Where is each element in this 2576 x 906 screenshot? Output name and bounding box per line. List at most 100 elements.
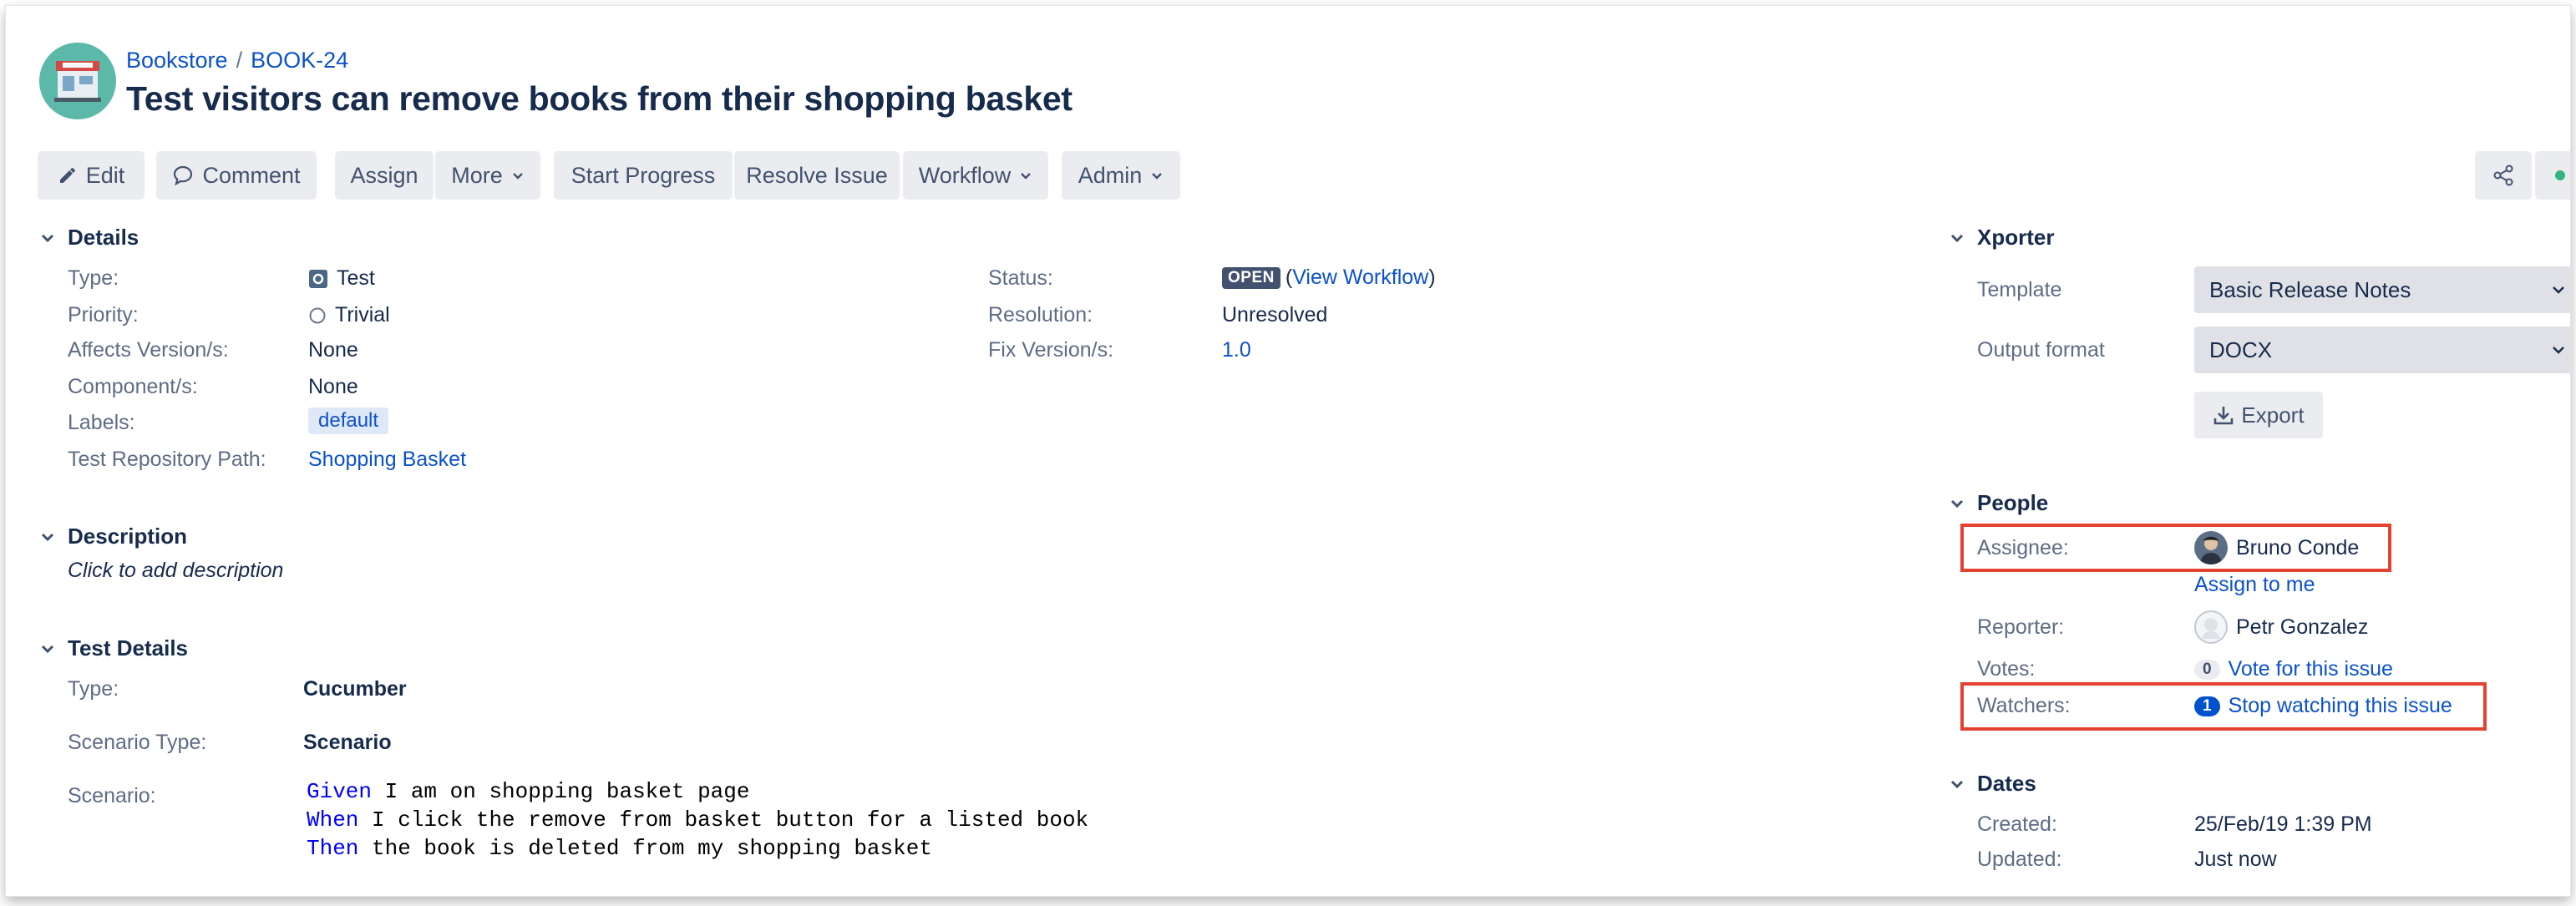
votes-value: 0 Vote for this issue	[2194, 657, 2393, 681]
watchers-count-badge[interactable]: 1	[2194, 696, 2220, 716]
chevron-down-icon	[1950, 499, 1964, 508]
dates-section-header[interactable]: Dates	[1949, 771, 2036, 797]
edit-button[interactable]: Edit	[38, 151, 145, 200]
share-button[interactable]	[2475, 151, 2532, 200]
assign-button[interactable]: Assign	[335, 151, 434, 200]
project-avatar-icon[interactable]	[39, 43, 116, 119]
assignee-label: Assignee:	[1977, 536, 2069, 559]
label-chip-default[interactable]: default	[308, 407, 389, 434]
resolve-issue-button[interactable]: Resolve Issue	[734, 151, 900, 200]
description-section-header[interactable]: Description	[39, 524, 187, 549]
priority-label: Priority:	[68, 303, 139, 326]
reporter-label: Reporter:	[1977, 615, 2065, 639]
pencil-icon	[59, 168, 75, 183]
xporter-heading: Xporter	[1977, 225, 2055, 250]
priority-value: Trivial	[308, 303, 390, 327]
admin-dropdown-button[interactable]: Admin	[1062, 151, 1180, 200]
template-select[interactable]: Basic Release Notes	[2194, 266, 2570, 313]
scenario-type-value: Scenario	[303, 731, 392, 754]
scenario-line: Given I am on shopping basket page	[307, 779, 750, 804]
chevron-down-icon	[1152, 173, 1163, 180]
scenario-line: Then the book is deleted from my shoppin…	[307, 836, 932, 861]
more-dropdown-button[interactable]: More	[435, 151, 540, 200]
breadcrumb-project-link[interactable]: Bookstore	[126, 48, 228, 73]
fix-version-value: 1.0	[1222, 338, 1251, 362]
people-section-header[interactable]: People	[1949, 490, 2048, 516]
chevron-down-icon	[1950, 234, 1964, 242]
breadcrumb: Bookstore / BOOK-24	[126, 48, 348, 73]
output-format-select[interactable]: DOCX	[2194, 326, 2570, 373]
scenario-text: I am on shopping basket page	[372, 779, 750, 804]
reporter-value[interactable]: Petr Gonzalez	[2194, 610, 2368, 644]
labels-label: Labels:	[68, 411, 135, 434]
chevron-down-icon	[2553, 286, 2564, 294]
priority-trivial-icon	[309, 307, 326, 323]
created-value: 25/Feb/19 1:39 PM	[2194, 812, 2372, 836]
description-placeholder[interactable]: Click to add description	[68, 559, 283, 583]
resolve-issue-label: Resolve Issue	[746, 162, 888, 188]
scenario-text: I click the remove from basket button fo…	[358, 807, 1089, 833]
issue-view: Bookstore / BOOK-24 Test visitors can remo…	[5, 5, 2571, 897]
dates-heading: Dates	[1977, 771, 2036, 796]
updated-label: Updated:	[1977, 848, 2062, 871]
test-type-label: Type:	[68, 677, 119, 701]
type-label: Type:	[68, 266, 119, 290]
resolution-value: Unresolved	[1222, 303, 1328, 326]
test-repo-path-label: Test Repository Path:	[68, 448, 266, 471]
scenario-keyword: Then	[307, 836, 359, 861]
issue-title[interactable]: Test visitors can remove books from thei…	[126, 79, 1072, 119]
fix-version-label: Fix Version/s:	[988, 338, 1114, 362]
assign-to-me-link[interactable]: Assign to me	[2194, 573, 2315, 597]
workflow-dropdown-button[interactable]: Workflow	[903, 151, 1048, 200]
components-label: Component/s:	[68, 375, 198, 398]
assign-label: Assign	[350, 162, 418, 188]
vote-link[interactable]: Vote for this issue	[2229, 657, 2393, 681]
output-format-selected-value: DOCX	[2209, 337, 2273, 362]
details-section-header[interactable]: Details	[39, 225, 139, 251]
chevron-down-icon	[2553, 347, 2564, 354]
affects-version-label: Affects Version/s:	[68, 338, 229, 362]
scenario-label: Scenario:	[68, 784, 156, 807]
test-repo-path-link[interactable]: Shopping Basket	[308, 448, 466, 472]
comment-label: Comment	[202, 162, 301, 188]
comment-icon	[174, 165, 193, 186]
scenario-type-label: Scenario Type:	[68, 731, 207, 754]
status-value: OPEN (View Workflow)	[1222, 266, 1436, 290]
xporter-section-header[interactable]: Xporter	[1949, 225, 2054, 251]
chevron-down-icon	[1021, 173, 1032, 180]
options-button[interactable]	[2535, 151, 2570, 200]
template-label: Template	[1977, 278, 2062, 301]
assign-to-me-row: Assign to me	[2194, 573, 2315, 597]
components-value[interactable]: None	[308, 375, 358, 399]
comment-button[interactable]: Comment	[156, 151, 317, 200]
labels-value: default	[308, 407, 389, 434]
breadcrumb-issue-key-link[interactable]: BOOK-24	[251, 48, 348, 73]
description-heading: Description	[68, 524, 188, 549]
chevron-down-icon	[41, 533, 54, 541]
affects-version-value[interactable]: None	[308, 338, 358, 362]
votes-label: Votes:	[1977, 657, 2036, 681]
details-heading: Details	[68, 225, 139, 250]
test-details-section-header[interactable]: Test Details	[39, 635, 188, 661]
chevron-down-icon	[512, 173, 523, 180]
chevron-down-icon	[41, 645, 54, 653]
view-workflow-close-paren: )	[1428, 266, 1436, 289]
template-selected-value: Basic Release Notes	[2209, 276, 2411, 302]
view-workflow-link[interactable]: View Workflow	[1292, 266, 1428, 289]
start-progress-button[interactable]: Start Progress	[554, 151, 733, 200]
updated-value: Just now	[2194, 848, 2277, 871]
breadcrumb-separator: /	[236, 48, 243, 73]
stop-watching-link[interactable]: Stop watching this issue	[2229, 694, 2452, 718]
chevron-down-icon	[1950, 780, 1964, 788]
assignee-name: Bruno Conde	[2236, 535, 2360, 559]
start-progress-label: Start Progress	[570, 162, 716, 188]
fix-version-link[interactable]: 1.0	[1222, 338, 1251, 362]
people-heading: People	[1977, 490, 2049, 515]
assignee-value[interactable]: Bruno Conde	[2194, 531, 2359, 564]
admin-label: Admin	[1078, 162, 1143, 188]
status-label: Status:	[988, 266, 1053, 290]
status-badge: OPEN	[1222, 266, 1280, 289]
export-button[interactable]: Export	[2194, 392, 2323, 438]
created-label: Created:	[1977, 812, 2057, 836]
scenario-keyword: Given	[307, 779, 373, 804]
